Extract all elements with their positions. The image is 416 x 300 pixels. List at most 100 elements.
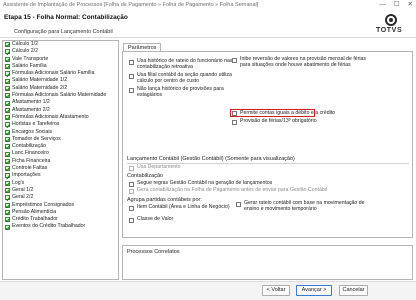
back-button[interactable]: < Voltar [262,285,290,296]
checkbox[interactable] [129,73,134,79]
step-label: Eventos do Crédito Trabalhador [12,223,86,230]
step-label: Fórmulas Adicionais Afastamento [12,113,89,120]
option-inibe-reversao[interactable]: Inibe reversão de valores na provisão me… [232,56,366,69]
window-controls: — ☐ ✕ [379,1,413,9]
completed-check-icon [5,107,10,113]
completed-check-icon [5,85,10,91]
step-item[interactable]: Lanc.Financeiro [3,150,118,157]
step-item[interactable]: Horistas e Tarefeiros [3,121,118,128]
correlatos-title: Processos Correlatos [127,249,180,255]
minimize-icon[interactable]: — [379,1,386,9]
step-item[interactable]: Controle Faltas [3,165,118,172]
step-item[interactable]: Cálculo 1/2 [3,41,118,48]
option-filial-contabil[interactable]: Usa filial contábil da seção quando util… [129,72,232,85]
step-label: Geral 1/2 [12,186,34,193]
checkbox[interactable] [129,87,134,93]
step-label: Lanc.Financeiro [12,150,49,157]
step-item[interactable]: Fórmulas Adicionais Afastamento [3,114,118,121]
step-item[interactable]: Pensão Alimentícia [3,209,118,216]
checkbox[interactable] [236,201,241,207]
completed-check-icon [5,78,10,84]
completed-check-icon [5,224,10,230]
step-item[interactable]: Geral 2/2 [3,194,118,201]
step-label: Encargos Sociais [12,128,53,135]
parameters-panel: Usa histórico de rateio do funcionário n… [122,51,413,238]
wizard-footer: < Voltar Avançar > Cancelar [0,281,416,300]
completed-check-icon [5,180,10,186]
completed-check-icon [5,195,10,201]
step-item[interactable]: Vale Transporte [3,56,118,63]
step-label: Pensão Alimentícia [12,208,57,215]
checkbox[interactable] [129,217,134,223]
checkbox[interactable] [232,119,237,125]
completed-check-icon [5,71,10,77]
step-subtitle: Configuração para Lançamento Contábil [14,29,113,35]
option-segue-regras[interactable]: Segue regras Gestão Contábil na geração … [129,180,272,187]
step-label: Crédito Trabalhador [12,216,58,223]
cancel-button[interactable]: Cancelar [339,285,368,296]
step-item[interactable]: Salário Maternidade 1/2 [3,77,118,84]
completed-check-icon [5,151,10,157]
step-item[interactable]: Salário Maternidade 2/2 [3,85,118,92]
gestao-contabil-title: Lançamento Contábil (Gestão Contábil) (S… [127,156,295,162]
completed-check-icon [5,166,10,172]
option-agrupa-classe[interactable]: Classe de Valor [129,216,173,223]
step-label: Empréstimos Consignados [12,201,74,208]
step-label: Geral 2/2 [12,194,34,201]
step-label: Salário Maternidade 2/2 [12,84,68,91]
checkbox[interactable] [129,181,134,187]
agrupa-title: Agrupa partidas contábeis por: [127,197,202,203]
next-button[interactable]: Avançar > [296,285,332,296]
step-item[interactable]: Importações [3,172,118,179]
completed-check-icon [5,100,10,106]
step-content: Parâmetros Usa histórico de rateio do fu… [122,40,414,280]
maximize-icon[interactable]: ☐ [394,1,400,9]
processos-correlatos-panel: Processos Correlatos [122,245,413,280]
step-label: Vale Transporte [12,55,49,62]
step-title: Etapa 15 - Folha Normal: Contabilização [4,14,128,21]
option-gerar-rateio[interactable]: Gerar rateio contábil com base na movime… [236,200,365,213]
close-icon[interactable]: ✕ [408,1,413,9]
option-agrupa-item[interactable]: Item Contábil (Área e Linha de Negócio) [129,204,230,211]
step-item[interactable]: Log's [3,180,118,187]
checkbox[interactable] [232,57,237,63]
step-label: Ficha Financeira [12,157,51,164]
step-item[interactable]: Afastamento 2/2 [3,107,118,114]
completed-check-icon [5,188,10,194]
step-item[interactable]: Fórmulas Adicionais Salário Maternidade [3,92,118,99]
highlight-box [230,109,315,117]
step-item[interactable]: Eventos do Crédito Trabalhador [3,223,118,230]
checkbox[interactable] [129,205,134,211]
logo-text: TOTVS [376,27,403,34]
checkbox [129,188,134,194]
completed-check-icon [5,42,10,48]
completed-check-icon [5,122,10,128]
step-label: Horistas e Tarefeiros [12,121,60,128]
window-titlebar: Assistente de Implantação de Processos [… [0,0,416,11]
step-item[interactable]: Ficha Financeira [3,158,118,165]
step-label: Log's [12,179,25,186]
completed-check-icon [5,144,10,150]
step-item[interactable]: Fórmulas Adicionais Salário Família [3,70,118,77]
step-item[interactable]: Empréstimos Consignados [3,202,118,209]
completed-check-icon [5,93,10,99]
step-label: Afastamento 1/2 [12,99,50,106]
step-item[interactable]: Tomador de Serviços [3,136,118,143]
option-historico-rateio[interactable]: Usa histórico de rateio do funcionário n… [129,58,232,71]
step-item[interactable]: Crédito Trabalhador [3,216,118,223]
option-provisao-ferias[interactable]: Provisão de férias/13º obrigatório [232,118,317,125]
checkbox[interactable] [129,59,134,65]
steps-list: Cálculo 1/2 Cálculo 2/2 Vale Transporte Sal… [2,40,119,280]
option-nao-lanca-historico[interactable]: Não lança histórico de provisões para es… [129,86,224,99]
step-item[interactable]: Salário Família [3,63,118,70]
step-item[interactable]: Afastamento 1/2 [3,99,118,106]
completed-check-icon [5,115,10,121]
step-label: Salário Maternidade 1/2 [12,77,68,84]
step-label: Importações [12,172,41,179]
step-item[interactable]: Geral 1/2 [3,187,118,194]
step-label: Fórmulas Adicionais Salário Família [12,70,95,77]
completed-check-icon [5,173,10,179]
step-item[interactable]: Contabilização [3,143,118,150]
step-item[interactable]: Cálculo 2/2 [3,48,118,55]
step-item[interactable]: Encargos Sociais [3,129,118,136]
